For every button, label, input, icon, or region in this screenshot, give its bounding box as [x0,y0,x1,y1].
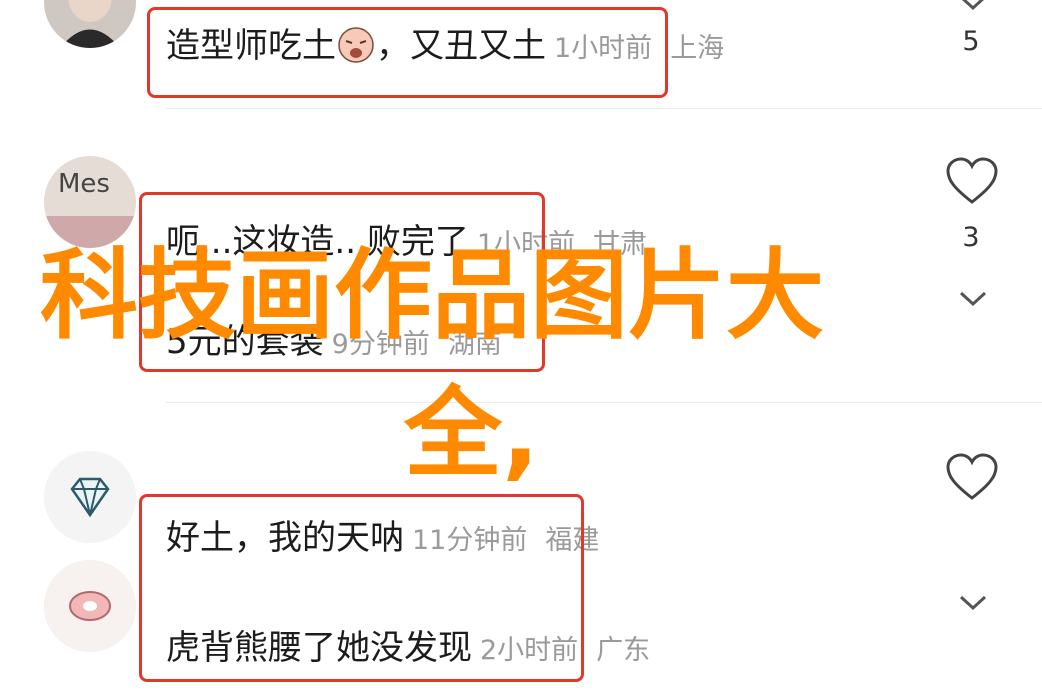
avatar[interactable]: Mes [44,156,136,248]
chevron-up-icon[interactable] [958,0,988,12]
heart-icon[interactable] [944,452,1000,502]
avatar[interactable] [44,560,136,652]
divider [166,108,1042,109]
highlight-box [139,494,584,682]
avatar[interactable] [44,451,136,543]
avatar-text: Mes [58,169,110,199]
chevron-down-icon[interactable] [958,290,988,308]
chevron-down-icon[interactable] [958,594,988,612]
heart-icon[interactable] [944,156,1000,206]
like-count: 5 [962,26,980,57]
divider [166,402,1042,403]
overlay-title-line1: 科技画作品图片大 [40,239,825,353]
highlight-box [147,7,668,98]
comment-location: 上海 [670,33,725,64]
comment-location: 广东 [596,635,651,666]
avatar[interactable] [44,0,136,48]
like-count: 3 [962,222,980,253]
overlay-title-line2: 全, [404,377,540,491]
